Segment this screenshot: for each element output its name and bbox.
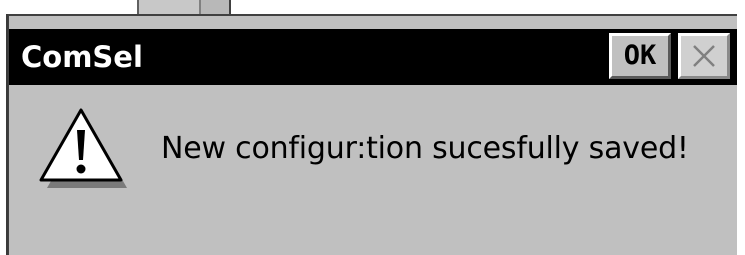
close-icon xyxy=(681,36,727,76)
background-window-strip xyxy=(0,0,745,14)
background-window-edge-right xyxy=(737,14,745,255)
ok-button[interactable]: OK xyxy=(609,33,671,79)
dialog-titlebar[interactable]: ComSel OK xyxy=(9,29,737,85)
message-dialog: ComSel OK New configur:tion sucesfully s… xyxy=(8,14,737,255)
dialog-body: New configur:tion sucesfully saved! xyxy=(9,85,737,255)
background-window-fragment-2 xyxy=(199,0,231,14)
screen: ComSel OK New configur:tion sucesfully s… xyxy=(0,0,745,255)
background-window-edge xyxy=(0,14,8,255)
warning-icon xyxy=(35,104,129,194)
dialog-title: ComSel xyxy=(21,40,143,74)
background-window-fragment xyxy=(137,0,201,14)
dialog-message: New configur:tion sucesfully saved! xyxy=(161,131,689,166)
dialog-frame-top xyxy=(9,16,737,29)
close-button[interactable] xyxy=(678,33,730,79)
